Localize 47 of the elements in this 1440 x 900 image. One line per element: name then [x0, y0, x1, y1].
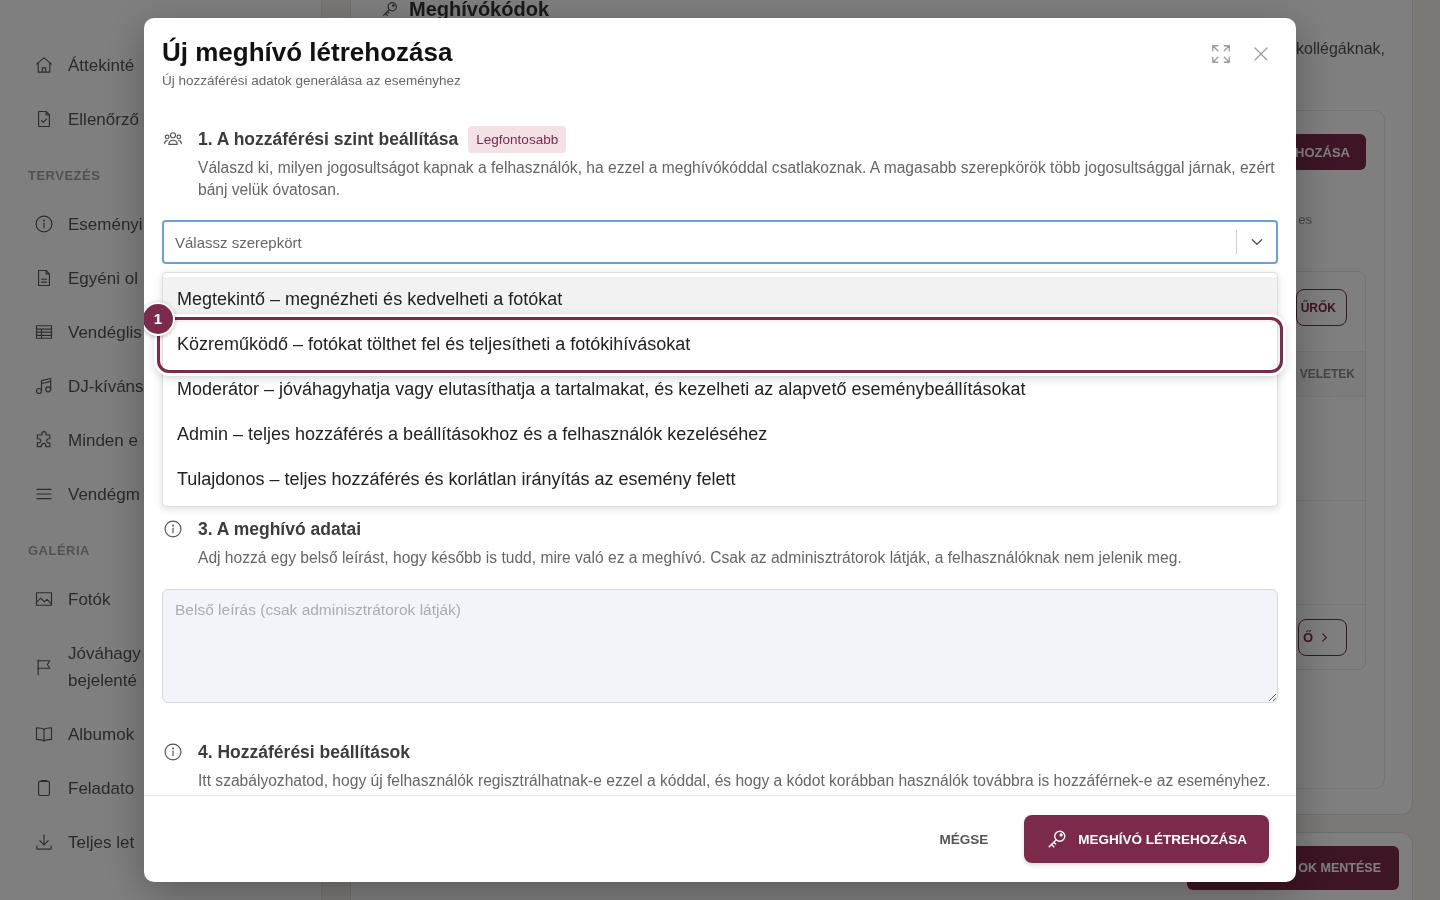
section-heading: 3. A meghívó adatai: [198, 518, 362, 540]
intro-text: kollégáknak,: [1296, 40, 1385, 58]
sidebar-link[interactable]: Egyéni ol: [68, 264, 138, 292]
role-select[interactable]: Válassz szerepkört: [162, 220, 1278, 264]
priority-tag: Legfontosabb: [468, 125, 567, 153]
download-icon: [34, 832, 54, 852]
sidebar-link[interactable]: Minden e: [68, 426, 138, 454]
sidebar-link[interactable]: Vendéglis: [68, 318, 142, 346]
section-description: Itt szabályozhatod, hogy új felhasználók regisztrálhatnak-e ezzel a kóddal, és hogy a kódot korábban használók továbbra is hozzáférnek-e az eseményhez.: [197, 771, 1272, 791]
step-badge: 1: [144, 302, 175, 336]
sidebar-link[interactable]: Eseményi: [68, 210, 143, 238]
section-description: Adj hozzá egy belső leírást, hogy később is tudd, mire való ez a meghívó. Csak az adminisztrátorok látják, a felhasználóknak nem jelenik meg.: [197, 548, 1183, 568]
key-icon: [381, 0, 399, 18]
outline-button[interactable]: ŰRŐK: [1295, 289, 1347, 326]
info-icon: [34, 214, 54, 234]
role-option[interactable]: Moderátor – jóváhagyhatja vagy elutasíthatja a tartalmakat, és kezelheti az alapvető eseménybeállításokat: [163, 367, 1277, 412]
sidebar-link[interactable]: Áttekinté: [68, 51, 135, 79]
sidebar-link[interactable]: Fotók: [68, 585, 111, 613]
sidebar-link[interactable]: Teljes let: [68, 828, 135, 856]
info-icon: [163, 742, 183, 762]
section-description: Válaszd ki, milyen jogosultságot kapnak a felhasználók, ha ezzel a meghívókóddal csatlakoznak. A magasabb szerepkörök több jogosultsággal járnak, ezért bánj velük óvatosan.: [197, 158, 1276, 200]
home-icon: [34, 55, 54, 75]
sidebar-link[interactable]: Feladato: [68, 774, 135, 802]
page-title: Meghívókódok: [409, 0, 549, 18]
create-invite-button[interactable]: MEGHÍVÓ LÉTREHOZÁSA: [1024, 815, 1269, 863]
image-icon: [34, 589, 54, 609]
sidebar-link[interactable]: DJ-kíváns: [68, 372, 144, 400]
dialog-subtitle: Új hozzáférési adatok generálása az eseményhez: [162, 72, 462, 90]
info-icon: [163, 519, 183, 539]
role-option[interactable]: Admin – teljes hozzáférés a beállításokhoz és a felhasználók kezeléséhez: [163, 412, 1277, 457]
section-heading: 4. Hozzáférési beállítások: [198, 741, 411, 763]
close-icon[interactable]: [1252, 45, 1270, 63]
section-heading: 1. A hozzáférési szint beállítása: [198, 128, 459, 150]
chevron-right-icon: [1319, 632, 1330, 643]
book-icon: [34, 724, 54, 744]
sidebar-link[interactable]: Ellenőrző: [68, 105, 139, 133]
dialog-title: Új meghívó létrehozása: [162, 36, 454, 68]
expand-icon[interactable]: [1210, 43, 1232, 65]
role-option[interactable]: Tulajdonos – teljes hozzáférés és korlátlan irányítás az esemény felett: [163, 457, 1277, 502]
sidebar-link[interactable]: Jóváhagy bejelenté: [68, 639, 141, 694]
sidebar-link[interactable]: Albumok: [68, 720, 135, 748]
music-note-icon: [34, 376, 54, 396]
table-icon: [34, 322, 54, 342]
sidebar-link[interactable]: Vendégm: [68, 480, 140, 508]
description-field[interactable]: Belső leírás (csak adminisztrátorok látják): [162, 589, 1278, 703]
outline-button[interactable]: Ő: [1297, 619, 1347, 656]
cancel-button[interactable]: MÉGSE: [923, 821, 1005, 857]
